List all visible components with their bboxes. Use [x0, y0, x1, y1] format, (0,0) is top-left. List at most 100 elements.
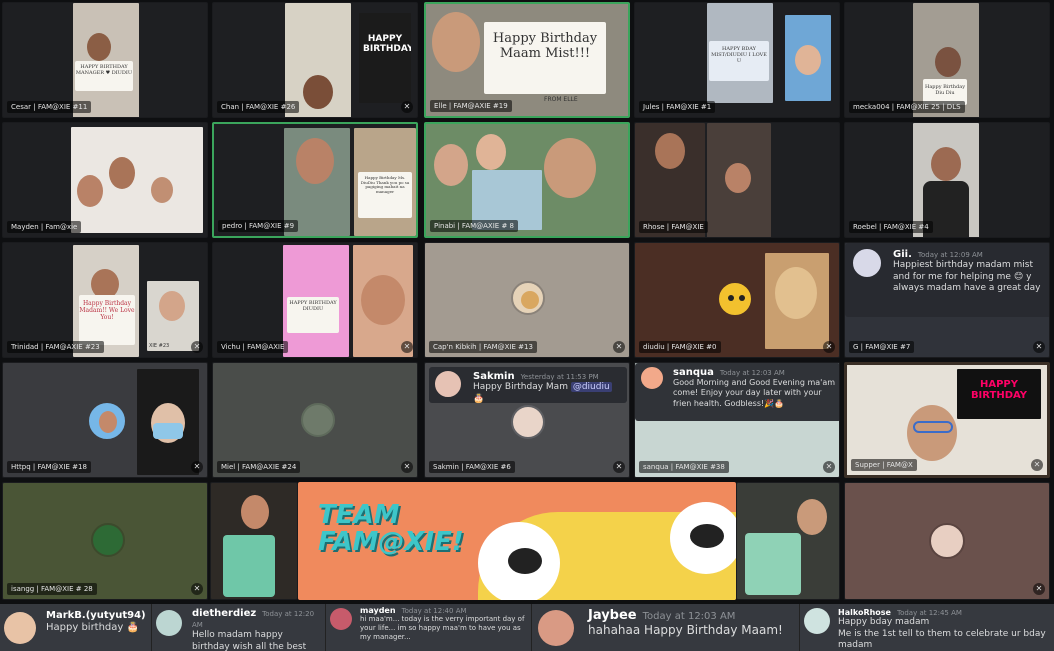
- participant-label: Httpq | FAM@XIE #18: [7, 461, 91, 473]
- video-feed: [785, 15, 831, 101]
- video-tile[interactable]: HAPPY BIRTHDAY DIUDIU Vichu | FAM@AXIE ✕: [212, 242, 418, 358]
- video-tile[interactable]: Gii. Today at 12:09 AM Happiest birthday …: [844, 242, 1050, 358]
- participant-face: [432, 12, 480, 72]
- video-tile[interactable]: Happy Birthday Ms. DiuDiu Thank you po s…: [212, 122, 418, 238]
- participant-face: [434, 144, 468, 186]
- message-author: MarkB.(yutyut94): [46, 610, 146, 621]
- participant-face: [151, 177, 173, 203]
- mic-muted-icon: ✕: [401, 341, 413, 353]
- birthday-cake: [745, 533, 801, 595]
- participant-face: [476, 134, 506, 170]
- participant-face: [159, 291, 185, 321]
- video-tile[interactable]: sanqua Today at 12:03 AM Good Morning and…: [634, 362, 840, 478]
- video-tile[interactable]: HAPPY BIRTHDAY Chan | FAM@XIE #26 ✕: [212, 2, 418, 118]
- mic-muted-icon: ✕: [191, 461, 203, 473]
- participant-label: Pinabi | FAM@AXIE # 8: [430, 220, 518, 232]
- video-tile[interactable]: Cap'n Kibkih | FAM@XIE #13 ✕: [424, 242, 630, 358]
- participant-label: Roebel | FAM@XIE #4: [849, 221, 933, 233]
- video-tile[interactable]: ✕: [844, 482, 1050, 600]
- video-tile[interactable]: Rhose | FAM@XIE: [634, 122, 840, 238]
- message-text: Happy bday madam: [838, 617, 930, 627]
- team-banner: TEAM FAM@XIE!: [298, 482, 736, 600]
- video-tile[interactable]: HAPPY BDAY MIST/DIUDIU I LOVE U Jules | …: [634, 2, 840, 118]
- mic-muted-icon: ✕: [1031, 459, 1043, 471]
- eye-icon: [728, 295, 734, 301]
- sign-card: Happy Birthday Ms. DiuDiu Thank you po s…: [358, 172, 412, 218]
- user-avatar: [853, 249, 881, 277]
- cat-avatar-icon: [521, 291, 539, 309]
- participant-face: [797, 499, 827, 535]
- participant-face: [109, 157, 135, 189]
- video-feed: Happy Birthday Ms. DiuDiu Thank you po s…: [354, 128, 416, 236]
- video-tile[interactable]: Happy Birthday Maam Mist!!! FROM ELLE El…: [424, 2, 630, 118]
- participant-face: [241, 495, 269, 529]
- video-tile[interactable]: Happy Birthday Diu Diu mecka004 | FAM@XI…: [844, 2, 1050, 118]
- video-tile[interactable]: [736, 482, 840, 600]
- mic-muted-icon: ✕: [823, 461, 835, 473]
- participant-face: [544, 138, 596, 198]
- user-avatar: [4, 612, 36, 644]
- participant-label: sanqua | FAM@XIE #38: [639, 461, 729, 473]
- video-feed: HAPPY BIRTHDAY: [359, 13, 411, 103]
- participant-label: Vichu | FAM@AXIE: [217, 341, 289, 353]
- participant-face: [725, 163, 751, 193]
- chat-message: dietherdiez Today at 12:20 AM Hello madam…: [152, 604, 326, 651]
- participant-label: Cesar | FAM@XIE #11: [7, 101, 92, 113]
- participant-face: [77, 175, 103, 207]
- glasses-icon: [913, 421, 953, 433]
- message-time: Today at 12:45 AM: [896, 609, 962, 617]
- participant-label: Rhose | FAM@XIE: [639, 221, 708, 233]
- message-text: Happy Birthday Mam @diudiu 🎂: [473, 382, 612, 404]
- message-text: hahahaa Happy Birthday Maam!: [588, 623, 783, 637]
- participant-face: [296, 138, 334, 184]
- message-time: Yesterday at 11:53 PM: [520, 373, 599, 381]
- mic-muted-icon: ✕: [401, 461, 413, 473]
- user-avatar: [641, 367, 663, 389]
- mic-muted-icon: ✕: [191, 583, 203, 595]
- video-tile[interactable]: Mayden | Fam@xie: [2, 122, 208, 238]
- sign-card: HAPPY BDAY MIST/DIUDIU I LOVE U: [709, 41, 769, 81]
- participant-label: Cap'n Kibkih | FAM@XIE #13: [429, 341, 537, 353]
- video-tile[interactable]: Roebel | FAM@XIE #4 ›: [844, 122, 1050, 238]
- chat-message: mayden Today at 12:40 AM hi maa'm... toda…: [326, 604, 532, 651]
- message-author: HalkoRhose Today at 12:45 AM: [838, 608, 962, 617]
- video-tile[interactable]: Happy Birthday Madam!! We Love You! XIE …: [2, 242, 208, 358]
- chat-message: HalkoRhose Today at 12:45 AM Happy bday m…: [800, 604, 1054, 651]
- message-text: Me is the 1st tell to them to celebrate …: [838, 628, 1046, 651]
- participant-label: diudiu | FAM@XIE #0: [639, 341, 721, 353]
- video-tile[interactable]: Pinabi | FAM@AXIE # 8: [424, 122, 630, 238]
- sign-card: Happy Birthday Madam!! We Love You!: [79, 295, 135, 345]
- video-tile[interactable]: Httpq | FAM@XIE #18 ✕: [2, 362, 208, 478]
- participant-label: Miel | FAM@AXIE #24: [217, 461, 301, 473]
- message-text: Happy birthday 🎂: [46, 622, 139, 633]
- video-tile[interactable]: HAPPY BIRTHDAY MANAGER ♥ DIUDIU Cesar | …: [2, 2, 208, 118]
- mic-muted-icon: ✕: [191, 341, 203, 353]
- participant-label: Supper | FAM@X: [851, 459, 917, 471]
- participant-avatar: [301, 403, 335, 437]
- video-tile[interactable]: HAPPY BIRTHDAY Supper | FAM@X ✕: [844, 362, 1050, 478]
- video-tile[interactable]: isangg | FAM@XIE # 28 ✕: [2, 482, 208, 600]
- birthday-cake: [223, 535, 275, 597]
- message-time: Today at 12:40 AM: [401, 607, 467, 615]
- message-author: mayden Today at 12:40 AM: [360, 606, 467, 615]
- participant-label: Mayden | Fam@xie: [7, 221, 82, 233]
- video-feed: HAPPY BDAY MIST/DIUDIU I LOVE U: [707, 3, 773, 103]
- video-sub-label: XIE #23: [149, 343, 170, 349]
- video-feed: [71, 127, 203, 233]
- video-tile[interactable]: Miel | FAM@AXIE #24 ✕: [212, 362, 418, 478]
- mic-muted-icon: ✕: [613, 461, 625, 473]
- video-tile[interactable]: [210, 482, 298, 600]
- chat-message: Jaybee Today at 12:03 AM hahahaa Happy Bi…: [532, 604, 800, 651]
- mic-muted-icon: ✕: [1033, 341, 1045, 353]
- participant-face: [795, 45, 821, 75]
- participant-face: [99, 411, 117, 433]
- video-tile[interactable]: Sakmin Yesterday at 11:53 PM Happy Birthd…: [424, 362, 630, 478]
- user-avatar: [804, 608, 830, 634]
- mic-muted-icon: ✕: [401, 101, 413, 113]
- video-tile[interactable]: diudiu | FAM@XIE #0 ✕: [634, 242, 840, 358]
- participant-avatar: [511, 405, 545, 439]
- mic-muted-icon: ✕: [1033, 583, 1045, 595]
- message-time: Today at 12:03 AM: [719, 369, 785, 377]
- birthday-sign: HAPPY BIRTHDAY: [363, 34, 411, 54]
- message-text: Happiest birthday madam mist and for me …: [893, 260, 1041, 294]
